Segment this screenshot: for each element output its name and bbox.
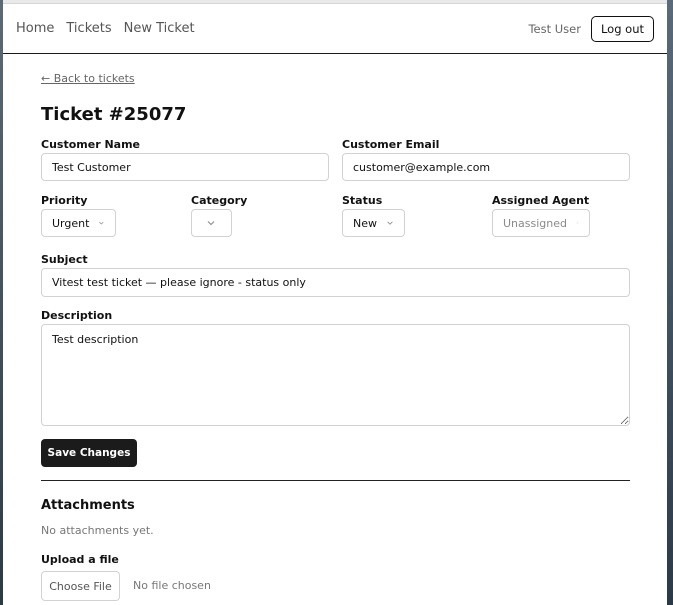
- save-changes-button[interactable]: Save Changes: [41, 439, 137, 467]
- app-window: Home Tickets New Ticket Test User Log ou…: [3, 0, 667, 605]
- chevron-down-icon: [576, 222, 579, 224]
- description-label: Description: [41, 309, 113, 322]
- subject-input[interactable]: [41, 268, 630, 297]
- attachments-heading: Attachments: [41, 498, 135, 513]
- no-file-chosen-text: No file chosen: [133, 579, 211, 592]
- nav-tickets-link[interactable]: Tickets: [66, 21, 111, 36]
- page-title: Ticket #25077: [41, 104, 187, 125]
- customer-email-label: Customer Email: [342, 138, 440, 151]
- priority-label: Priority: [41, 194, 88, 207]
- chevron-down-icon: [207, 221, 215, 226]
- category-label: Category: [191, 194, 248, 207]
- back-to-tickets-link[interactable]: ← Back to tickets: [41, 72, 135, 85]
- customer-name-label: Customer Name: [41, 138, 140, 151]
- top-nav: Home Tickets New Ticket Test User Log ou…: [3, 4, 667, 54]
- section-divider: [41, 480, 630, 481]
- nav-new-ticket-link[interactable]: New Ticket: [124, 21, 195, 36]
- choose-file-button[interactable]: Choose File: [41, 571, 120, 601]
- priority-select[interactable]: Urgent: [41, 209, 116, 237]
- chevron-down-icon: [99, 221, 104, 225]
- assigned-agent-label: Assigned Agent: [492, 194, 590, 207]
- status-value: New: [353, 216, 377, 230]
- attachments-empty-text: No attachments yet.: [41, 524, 154, 537]
- logout-button[interactable]: Log out: [590, 15, 654, 42]
- status-select[interactable]: New: [342, 209, 405, 237]
- assigned-agent-value: Unassigned: [503, 216, 567, 230]
- customer-email-input[interactable]: [342, 153, 630, 181]
- chevron-down-icon: [387, 221, 393, 225]
- assigned-agent-select[interactable]: Unassigned: [492, 209, 590, 237]
- upload-file-label: Upload a file: [41, 553, 119, 566]
- category-select[interactable]: [191, 209, 232, 237]
- customer-name-input[interactable]: [41, 153, 329, 181]
- current-user: Test User: [528, 21, 581, 36]
- subject-label: Subject: [41, 253, 88, 266]
- priority-value: Urgent: [52, 216, 90, 230]
- nav-home-link[interactable]: Home: [16, 21, 54, 36]
- status-label: Status: [342, 194, 383, 207]
- description-textarea[interactable]: Test description: [41, 324, 630, 426]
